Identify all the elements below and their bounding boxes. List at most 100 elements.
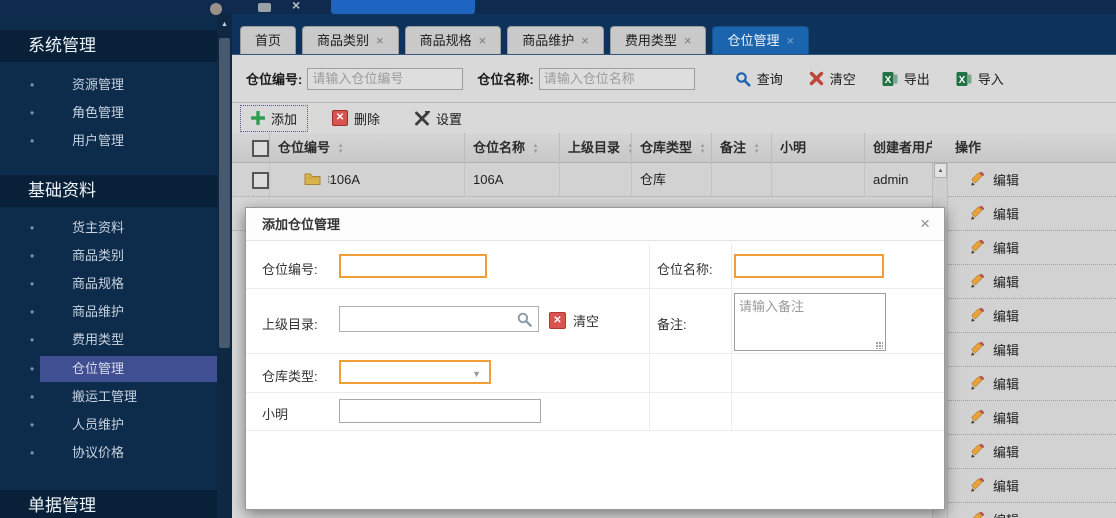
minimize-icon[interactable]: [258, 3, 271, 12]
sidebar-scrollbar[interactable]: ▲: [217, 14, 232, 518]
tab-goods-spec[interactable]: 商品规格 ×: [405, 26, 502, 54]
edit-button[interactable]: 编辑: [948, 333, 1116, 367]
bin-name-label: 仓位名称:: [477, 69, 533, 88]
tab-goods-maintain[interactable]: 商品维护 ×: [507, 26, 604, 54]
edit-button[interactable]: 编辑: [948, 299, 1116, 333]
delete-button[interactable]: ✕ 删除: [322, 106, 390, 131]
sidebar-item-personnel[interactable]: • 人员维护: [0, 411, 217, 439]
sidebar-item-owner-data[interactable]: • 货主资料: [0, 214, 217, 242]
tab-close-icon[interactable]: ×: [376, 27, 384, 54]
remark-textarea[interactable]: [734, 293, 886, 351]
bullet-icon: •: [30, 214, 34, 242]
sidebar-item-bin-management[interactable]: • 仓位管理: [0, 355, 217, 383]
pencil-icon: [970, 512, 985, 518]
sort-icon[interactable]: ▲▼: [533, 143, 539, 155]
sidebar-nav: 系统管理 • 资源管理 • 角色管理 • 用户管理 基础资料 • 货主资料 • …: [0, 14, 217, 518]
tab-close-icon[interactable]: ×: [786, 27, 794, 54]
resize-grip-icon[interactable]: [876, 342, 883, 349]
search-bar: 仓位编号: 仓位名称: 查询 清空 X 导出: [232, 55, 1116, 103]
query-button[interactable]: 查询: [735, 69, 783, 88]
edit-button[interactable]: 编辑: [948, 231, 1116, 265]
tab-fee-type[interactable]: 费用类型 ×: [610, 26, 707, 54]
dialog-header[interactable]: 添加仓位管理 ×: [246, 208, 944, 241]
clear-button[interactable]: 清空: [809, 69, 856, 88]
search-icon[interactable]: [516, 311, 533, 328]
sort-icon[interactable]: ▲▼: [338, 143, 344, 155]
add-button[interactable]: 添加: [240, 105, 308, 132]
tab-close-icon[interactable]: ×: [684, 27, 692, 54]
col-bin-code[interactable]: 仓位编号 ▲▼: [270, 133, 465, 163]
edit-button[interactable]: 编辑: [948, 503, 1116, 518]
sidebar-item-goods-category[interactable]: • 商品类别: [0, 242, 217, 270]
col-bin-name[interactable]: 仓位名称 ▲▼: [465, 133, 560, 163]
bullet-icon: •: [30, 270, 34, 298]
tab-bin-management[interactable]: 仓位管理 ×: [712, 26, 809, 54]
sidebar-section-system[interactable]: 系统管理: [0, 30, 217, 62]
scrollbar-thumb[interactable]: [219, 38, 230, 348]
excel-icon: X: [956, 71, 972, 87]
table-row[interactable]: ▷ 106A 106A 仓库 admin: [232, 163, 947, 197]
scroll-up-icon[interactable]: ▲: [217, 21, 232, 28]
col-creator[interactable]: 创建者用户号: [865, 133, 932, 163]
excel-icon: X: [882, 71, 898, 87]
pencil-icon: [970, 240, 985, 255]
sidebar-item-porter-management[interactable]: • 搬运工管理: [0, 383, 217, 411]
col-remark[interactable]: 备注 ▲▼: [712, 133, 772, 163]
edit-button[interactable]: 编辑: [948, 401, 1116, 435]
warehouse-type-select[interactable]: ▼: [339, 360, 491, 384]
bin-name-input[interactable]: [539, 68, 695, 90]
sidebar-item-agreement-price[interactable]: • 协议价格: [0, 439, 217, 467]
edit-button[interactable]: 编辑: [948, 367, 1116, 401]
cell-creator: admin: [865, 163, 932, 197]
parent-dir-lookup[interactable]: [339, 306, 539, 332]
tab-home[interactable]: 首页: [240, 26, 296, 54]
sort-icon[interactable]: ▲▼: [754, 143, 760, 155]
bullet-icon: •: [30, 99, 34, 127]
tab-goods-category[interactable]: 商品类别 ×: [302, 26, 399, 54]
chevron-down-icon[interactable]: ▼: [472, 369, 481, 379]
settings-button[interactable]: 设置: [404, 106, 472, 131]
col-parent-dir[interactable]: 上级目录 ▲▼: [560, 133, 632, 163]
grid-toolbar: 添加 ✕ 删除 设置: [232, 103, 1116, 133]
edit-button[interactable]: 编辑: [948, 265, 1116, 299]
titlebar-blue-button[interactable]: [331, 0, 475, 14]
sidebar-item-roles[interactable]: • 角色管理: [0, 99, 217, 127]
bullet-icon: •: [30, 298, 34, 326]
sidebar-item-fee-type[interactable]: • 费用类型: [0, 326, 217, 354]
sort-icon[interactable]: ▲▼: [700, 143, 706, 155]
parent-clear-button[interactable]: ✕ 清空: [549, 311, 599, 330]
bullet-icon: •: [30, 411, 34, 439]
bin-code-input[interactable]: [307, 68, 463, 90]
sidebar-item-goods-spec[interactable]: • 商品规格: [0, 270, 217, 298]
sidebar-section-documents[interactable]: 单据管理: [0, 490, 217, 518]
col-warehouse-type[interactable]: 仓库类型 ▲▼: [632, 133, 712, 163]
bin-code-field[interactable]: [339, 254, 487, 278]
tools-icon: [414, 111, 430, 126]
divider: [246, 288, 944, 289]
cell-bin-name: 106A: [465, 163, 560, 197]
sidebar-item-users[interactable]: • 用户管理: [0, 127, 217, 155]
tab-close-icon[interactable]: ×: [581, 27, 589, 54]
expand-icon[interactable]: ▷: [328, 163, 336, 197]
bin-code-label: 仓位编号:: [246, 69, 302, 88]
remark-label: 备注:: [657, 314, 687, 333]
xiaoming-field[interactable]: [339, 399, 541, 423]
bin-name-field[interactable]: [734, 254, 884, 278]
sidebar-section-basic-data[interactable]: 基础资料: [0, 175, 217, 207]
sidebar-item-resources[interactable]: • 资源管理: [0, 71, 217, 99]
divider: [246, 392, 944, 393]
row-checkbox[interactable]: [252, 172, 269, 189]
edit-button[interactable]: 编辑: [948, 163, 1116, 197]
edit-button[interactable]: 编辑: [948, 197, 1116, 231]
sidebar-item-goods-maintain[interactable]: • 商品维护: [0, 298, 217, 326]
import-button[interactable]: X 导入: [956, 69, 1004, 88]
edit-button[interactable]: 编辑: [948, 435, 1116, 469]
select-all-checkbox[interactable]: [252, 140, 269, 157]
export-button[interactable]: X 导出: [882, 69, 930, 88]
col-xiaoming[interactable]: 小明: [772, 133, 865, 163]
dialog-close-icon[interactable]: ×: [920, 215, 930, 232]
edit-button[interactable]: 编辑: [948, 469, 1116, 503]
tab-close-icon[interactable]: ×: [479, 27, 487, 54]
scroll-up-icon[interactable]: ▲: [934, 163, 947, 178]
close-icon[interactable]: ×: [292, 0, 300, 13]
